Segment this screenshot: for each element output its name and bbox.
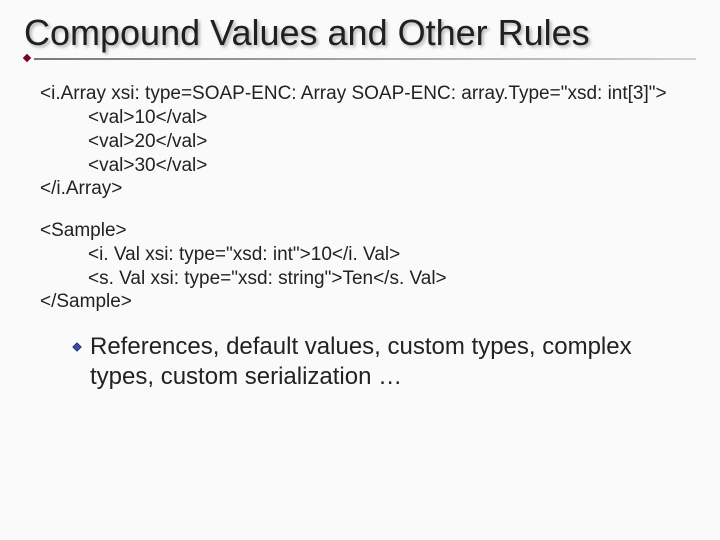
- bullet-text: References, default values, custom types…: [90, 332, 696, 392]
- code-line: </i.Array>: [40, 177, 696, 201]
- code-line: </Sample>: [40, 290, 696, 314]
- code-block-array: <i.Array xsi: type=SOAP-ENC: Array SOAP-…: [24, 82, 696, 201]
- code-line: <val>10</val>: [40, 106, 696, 130]
- title-underline: [24, 57, 696, 60]
- code-line: <Sample>: [40, 219, 696, 243]
- code-line: <s. Val xsi: type="xsd: string">Ten</s. …: [40, 267, 696, 291]
- diamond-bullet-icon: [72, 342, 82, 352]
- slide-title: Compound Values and Other Rules: [24, 12, 696, 53]
- code-line: <val>30</val>: [40, 154, 696, 178]
- bullet-item: References, default values, custom types…: [24, 332, 696, 392]
- code-line: <i.Array xsi: type=SOAP-ENC: Array SOAP-…: [40, 82, 696, 106]
- code-line: <val>20</val>: [40, 130, 696, 154]
- code-block-sample: <Sample> <i. Val xsi: type="xsd: int">10…: [24, 219, 696, 314]
- code-line: <i. Val xsi: type="xsd: int">10</i. Val>: [40, 243, 696, 267]
